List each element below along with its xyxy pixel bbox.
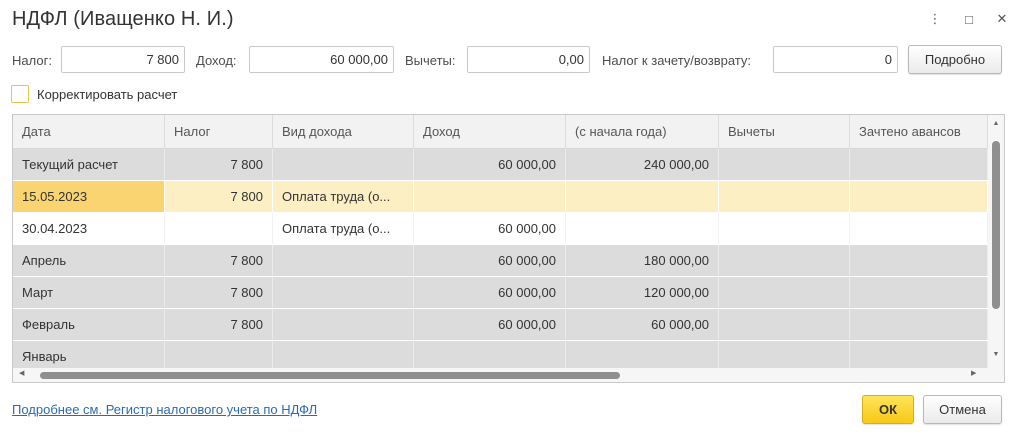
window-title: НДФЛ (Иващенко Н. И.)	[12, 8, 234, 30]
ok-button[interactable]: ОК	[862, 395, 914, 424]
cell-ytd	[566, 213, 719, 244]
adjust-checkbox[interactable]	[11, 85, 29, 103]
cell-tax: 7 800	[165, 181, 273, 212]
table-row[interactable]: 30.04.2023 Оплата труда (о... 60 000,00	[13, 213, 988, 245]
income-label: Доход:	[196, 53, 237, 68]
cell-deductions	[719, 213, 850, 244]
table-row[interactable]: Февраль 7 800 60 000,00 60 000,00	[13, 309, 988, 341]
detail-button[interactable]: Подробно	[908, 45, 1002, 74]
column-header-date[interactable]: Дата	[13, 115, 165, 149]
table-row[interactable]: Текущий расчет 7 800 60 000,00 240 000,0…	[13, 149, 988, 181]
cell-date: Апрель	[13, 245, 165, 276]
cell-ytd: 60 000,00	[566, 309, 719, 340]
income-field[interactable]: 60 000,00	[249, 46, 394, 73]
table-header: Дата Налог Вид дохода Доход (с начала го…	[13, 115, 988, 149]
cell-tax: 7 800	[165, 149, 273, 180]
adjust-checkbox-label[interactable]: Корректировать расчет	[37, 87, 177, 102]
cell-deductions	[719, 309, 850, 340]
table-row-selected[interactable]: 15.05.2023 7 800 Оплата труда (о...	[13, 181, 988, 213]
cell-deductions	[719, 277, 850, 308]
cell-advances	[850, 149, 988, 180]
cell-deductions	[719, 245, 850, 276]
deductions-field[interactable]: 0,00	[467, 46, 590, 73]
offset-label: Налог к зачету/возврату:	[602, 53, 752, 68]
cell-tax: 7 800	[165, 245, 273, 276]
column-header-ytd[interactable]: (с начала года)	[566, 115, 719, 149]
column-header-income[interactable]: Доход	[414, 115, 566, 149]
cell-tax: 7 800	[165, 277, 273, 308]
tax-register-link[interactable]: Подробнее см. Регистр налогового учета п…	[12, 402, 317, 417]
more-actions-icon[interactable]: ⋮	[924, 8, 946, 30]
scroll-left-icon[interactable]: ◀	[19, 369, 24, 377]
tax-label: Налог:	[12, 53, 52, 68]
deductions-label: Вычеты:	[405, 53, 456, 68]
cell-date: 15.05.2023	[13, 181, 165, 212]
scroll-up-icon[interactable]: ▲	[988, 120, 1004, 127]
cell-ytd	[566, 181, 719, 212]
cell-income-type	[273, 277, 414, 308]
cell-tax	[165, 213, 273, 244]
column-header-tax[interactable]: Налог	[165, 115, 273, 149]
scroll-right-icon[interactable]: ▶	[971, 369, 976, 377]
cell-advances	[850, 213, 988, 244]
cell-date: Февраль	[13, 309, 165, 340]
cell-deductions	[719, 181, 850, 212]
tax-table[interactable]: Дата Налог Вид дохода Доход (с начала го…	[12, 114, 1005, 383]
cell-advances	[850, 277, 988, 308]
cell-deductions	[719, 149, 850, 180]
cell-date: Текущий расчет	[13, 149, 165, 180]
cell-income-type	[273, 149, 414, 180]
table-row[interactable]: Март 7 800 60 000,00 120 000,00	[13, 277, 988, 309]
cell-advances	[850, 309, 988, 340]
cell-tax: 7 800	[165, 309, 273, 340]
column-header-income-type[interactable]: Вид дохода	[273, 115, 414, 149]
maximize-icon[interactable]: □	[958, 8, 980, 30]
scroll-down-icon[interactable]: ▼	[988, 351, 1004, 358]
cell-advances	[850, 181, 988, 212]
cell-ytd: 180 000,00	[566, 245, 719, 276]
cell-income	[414, 181, 566, 212]
cell-income-type	[273, 309, 414, 340]
table-row[interactable]: Апрель 7 800 60 000,00 180 000,00	[13, 245, 988, 277]
cancel-button[interactable]: Отмена	[923, 395, 1002, 424]
offset-field[interactable]: 0	[773, 46, 898, 73]
column-header-advances[interactable]: Зачтено авансов	[850, 115, 988, 149]
cell-advances	[850, 245, 988, 276]
horizontal-scrollbar-thumb[interactable]	[40, 372, 620, 379]
cell-date: 30.04.2023	[13, 213, 165, 244]
cell-date: Март	[13, 277, 165, 308]
cell-income-type: Оплата труда (о...	[273, 213, 414, 244]
close-icon[interactable]: ✕	[991, 8, 1013, 30]
cell-ytd: 120 000,00	[566, 277, 719, 308]
vertical-scrollbar-thumb[interactable]	[992, 141, 1000, 309]
cell-income-type	[273, 245, 414, 276]
cell-ytd: 240 000,00	[566, 149, 719, 180]
cell-income-type: Оплата труда (о...	[273, 181, 414, 212]
cell-income: 60 000,00	[414, 309, 566, 340]
cell-income: 60 000,00	[414, 213, 566, 244]
cell-income: 60 000,00	[414, 149, 566, 180]
cell-income: 60 000,00	[414, 277, 566, 308]
tax-field[interactable]: 7 800	[61, 46, 185, 73]
column-header-deductions[interactable]: Вычеты	[719, 115, 850, 149]
cell-income: 60 000,00	[414, 245, 566, 276]
